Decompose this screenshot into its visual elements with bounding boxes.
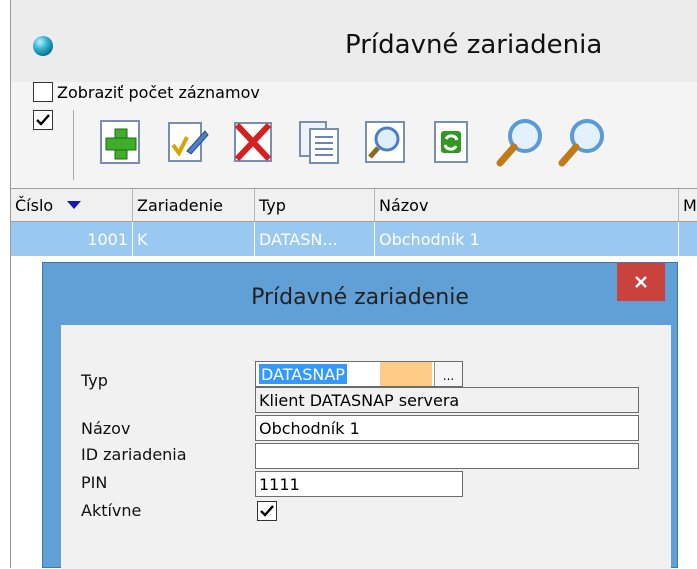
typ-browse-button[interactable]: ... — [434, 362, 462, 386]
id-input[interactable] — [255, 443, 639, 469]
id-label: ID zariadenia — [81, 445, 187, 464]
title-bar[interactable]: Prídavné zariadenia — [11, 0, 697, 82]
column-header-typ[interactable]: Typ — [255, 189, 375, 221]
delete-icon — [234, 122, 272, 162]
cell-typ: DATASN... — [255, 222, 375, 256]
column-header-label: Názov — [379, 195, 429, 215]
checkmark-icon — [36, 114, 50, 126]
show-count-label: Zobraziť počet záznamov — [57, 82, 260, 102]
aktivne-checkbox[interactable] — [257, 501, 277, 521]
edit-button[interactable] — [161, 114, 213, 170]
column-header-nazov[interactable]: Názov — [375, 189, 679, 221]
typ-field[interactable]: DATASNAP ... — [255, 361, 463, 387]
column-header-label: M — [683, 195, 697, 215]
toolbar — [11, 104, 697, 184]
refresh-button[interactable] — [425, 114, 477, 170]
copy-button[interactable] — [293, 114, 345, 170]
search-button[interactable] — [495, 114, 547, 170]
grid-header: Číslo Zariadenie Typ Názov M — [11, 188, 697, 222]
nazov-label: Názov — [81, 419, 131, 438]
search-next-button[interactable] — [557, 114, 609, 170]
typ-description: Klient DATASNAP servera — [255, 387, 639, 413]
dialog-body: Typ DATASNAP ... Klient DATASNAP servera… — [61, 325, 671, 569]
typ-highlight — [380, 362, 432, 386]
cell-m — [679, 222, 697, 256]
edit-icon — [168, 122, 209, 162]
app-orb-icon[interactable] — [33, 36, 53, 56]
show-count-checkbox[interactable] — [33, 82, 53, 102]
sort-desc-icon — [67, 201, 82, 209]
toolbar-checkbox[interactable] — [33, 110, 53, 130]
aktivne-label: Aktívne — [81, 501, 142, 520]
nazov-input[interactable]: Obchodník 1 — [255, 415, 639, 441]
cell-zariadenie: K — [133, 222, 255, 256]
column-header-label: Číslo — [15, 195, 54, 215]
column-header-label: Zariadenie — [137, 195, 224, 215]
checkmark-icon — [260, 505, 274, 517]
column-header-zariadenie[interactable]: Zariadenie — [133, 189, 255, 221]
typ-value: DATASNAP — [259, 364, 347, 384]
search-icon — [496, 119, 542, 167]
delete-button[interactable] — [227, 114, 279, 170]
add-button[interactable] — [95, 114, 147, 170]
cell-nazov: Obchodník 1 — [375, 222, 679, 256]
column-header-m[interactable]: M — [679, 189, 697, 221]
window-title: Prídavné zariadenia — [345, 30, 603, 60]
close-button[interactable] — [617, 263, 665, 301]
column-header-cislo[interactable]: Číslo — [11, 189, 133, 221]
pin-label: PIN — [81, 473, 108, 492]
cell-cislo: 1001 — [11, 222, 133, 256]
search-next-icon — [558, 119, 604, 167]
add-icon — [100, 120, 140, 164]
dialog-title: Prídavné zariadenie — [251, 285, 469, 310]
pin-input[interactable]: 1111 — [255, 471, 463, 497]
preview-button[interactable] — [359, 114, 411, 170]
table-row[interactable]: 1001 K DATASN... Obchodník 1 — [11, 222, 697, 256]
typ-label: Typ — [81, 371, 108, 390]
copy-icon — [299, 121, 339, 164]
refresh-icon — [434, 121, 468, 163]
column-header-label: Typ — [259, 195, 286, 215]
close-icon — [635, 276, 647, 288]
toolbar-separator — [73, 110, 74, 180]
show-count-option[interactable]: Zobraziť počet záznamov — [33, 80, 260, 104]
preview-icon — [365, 121, 405, 163]
device-dialog: Prídavné zariadenie Typ DATASNAP ... Kli… — [42, 262, 678, 569]
